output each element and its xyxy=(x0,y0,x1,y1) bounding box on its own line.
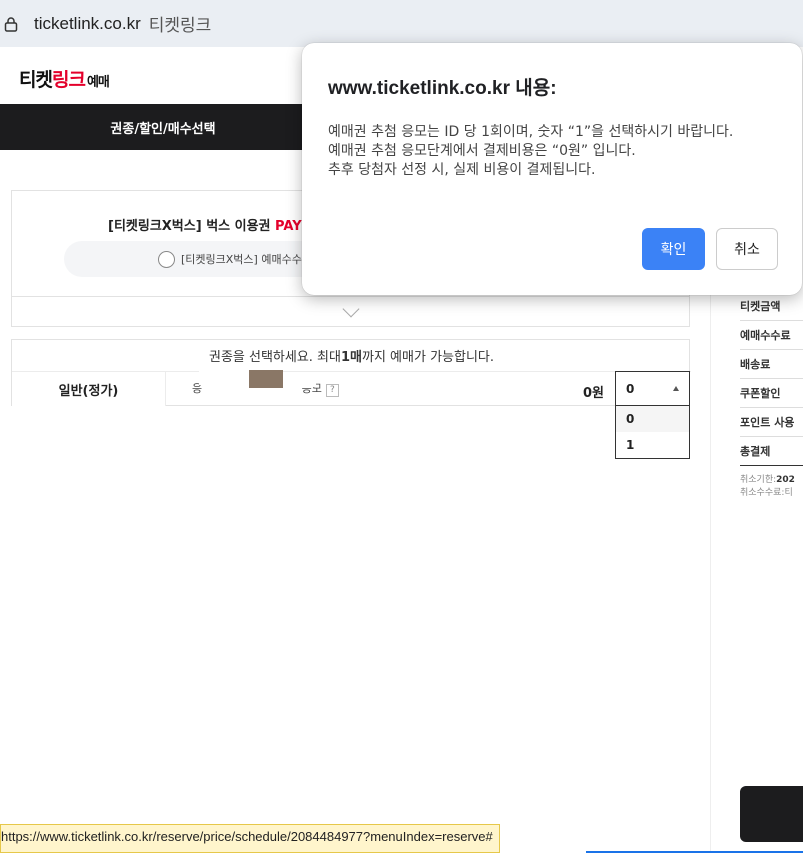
cancel-fee-value: 티 xyxy=(784,488,793,498)
dialog-message: 예매권 추첨 응모는 ID 당 1회이며, 숫자 “1”을 선택하시기 바랍니다… xyxy=(328,123,784,180)
dialog-line-2: 예매권 추첨 응모단계에서 결제비용은 “0원” 입니다. xyxy=(328,143,636,159)
lock-icon xyxy=(4,16,18,32)
summary-total: 총결제 xyxy=(740,437,803,466)
site-name: 티켓링크 xyxy=(148,16,212,36)
next-step-button[interactable] xyxy=(740,786,803,842)
summary-coupon: 쿠폰할인 xyxy=(740,379,803,408)
quantity-option-1[interactable]: 1 xyxy=(616,432,689,458)
summary-fee: 예매수수료 xyxy=(740,321,803,350)
redacted-region xyxy=(249,370,283,388)
summary-ticket-amount: 티켓금액 xyxy=(740,292,803,321)
product-title: [티켓링크X벅스] 벅스 이용권 PAY xyxy=(108,215,302,234)
help-icon[interactable]: ? xyxy=(325,384,339,397)
option-label: [티켓링크X벅스] 예매수수 xyxy=(181,253,302,266)
logo-text-3: 예매 xyxy=(86,75,110,90)
cancel-fee-label: 취소수수료: xyxy=(740,488,785,498)
dialog-title: www.ticketlink.co.kr 내용: xyxy=(328,78,557,99)
logo-text-2: 링크 xyxy=(51,69,86,91)
quantity-option-0[interactable]: 0 xyxy=(616,406,689,432)
redacted-region xyxy=(199,371,249,385)
alert-dialog: www.ticketlink.co.kr 내용: 예매권 추첨 응모는 ID 당… xyxy=(302,43,802,295)
logo-text-1: 티켓 xyxy=(19,69,53,91)
product-title-text: [티켓링크X벅스] 벅스 이용권 xyxy=(108,219,276,234)
instruction-limit: 1매 xyxy=(340,350,362,365)
confirm-button[interactable]: 확인 xyxy=(642,228,705,270)
ticket-instruction: 권종을 선택하세요. 최대 1매 까지 예매가 가능합니다. xyxy=(12,340,691,372)
quantity-options: 0 1 xyxy=(615,405,690,459)
browser-address-bar[interactable]: ticketlink.co.kr 티켓링크 xyxy=(0,0,803,47)
quantity-selected-value: 0 xyxy=(626,382,635,396)
cancel-deadline-label: 취소기한: xyxy=(740,475,777,485)
summary-points: 포인트 사용 xyxy=(740,408,803,437)
dialog-line-3: 추후 당첨자 선정 시, 실제 비용이 결제됩니다. xyxy=(328,162,596,178)
redacted-region xyxy=(283,373,316,387)
caret-up-icon xyxy=(673,386,679,391)
cancel-deadline-value: 202 xyxy=(776,475,795,485)
expand-toggle[interactable] xyxy=(11,297,690,327)
status-bar-link: https://www.ticketlink.co.kr/reserve/pri… xyxy=(0,824,500,853)
ticket-price: 0원 xyxy=(583,386,605,401)
cancel-button[interactable]: 취소 xyxy=(716,228,778,270)
ticketlink-logo[interactable]: 티켓링크 예매 xyxy=(19,65,110,92)
instruction-text-end: 까지 예매가 가능합니다. xyxy=(362,350,494,365)
chevron-down-icon xyxy=(342,300,359,317)
summary-shipping: 배송료 xyxy=(740,350,803,379)
tab-ticket-type[interactable]: 권종/할인/매수선택 xyxy=(0,104,326,150)
ticket-row-label: 일반(정가) xyxy=(12,372,166,406)
product-title-pay: PAY xyxy=(275,219,302,234)
payment-summary: 티켓금액 예매수수료 배송료 쿠폰할인 포인트 사용 총결제 취소기한:202 … xyxy=(740,292,803,500)
instruction-text: 권종을 선택하세요. 최대 xyxy=(208,350,341,365)
cancel-policy: 취소기한:202 취소수수료:티 xyxy=(740,474,803,500)
dialog-line-1: 예매권 추첨 응모는 ID 당 1회이며, 숫자 “1”을 선택하시기 바랍니다… xyxy=(328,124,734,140)
option-radio[interactable] xyxy=(158,250,175,268)
quantity-select[interactable]: 0 xyxy=(615,371,690,406)
address-url[interactable]: ticketlink.co.kr xyxy=(34,14,141,34)
